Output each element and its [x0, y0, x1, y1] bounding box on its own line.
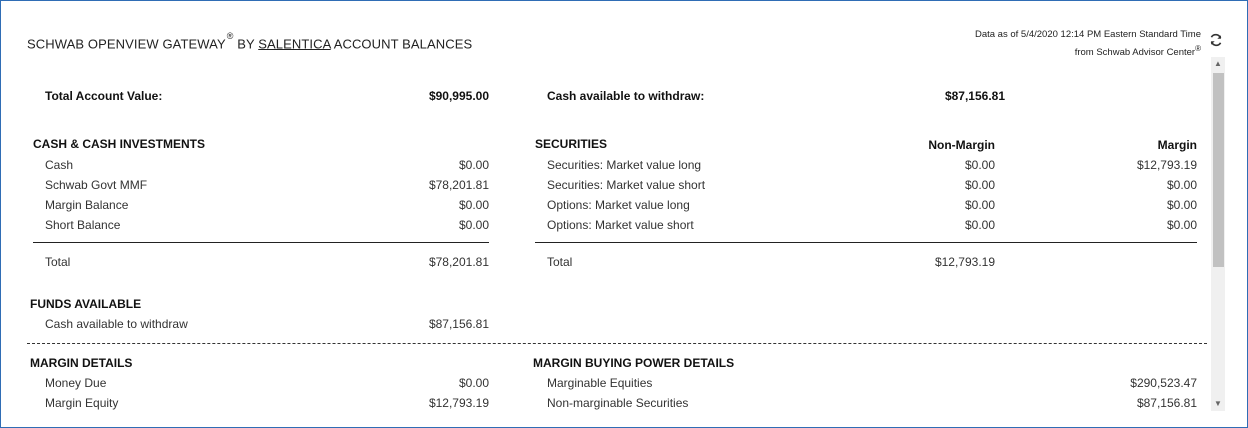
securities-row-label: Options: Market value long: [547, 198, 690, 212]
securities-row-margin: $12,793.19: [1136, 158, 1197, 172]
securities-total-value: $12,793.19: [934, 255, 995, 269]
securities-row-nonmargin: $0.00: [964, 178, 995, 192]
buying-power-row-value: $290,523.47: [1130, 376, 1197, 390]
as-of-registered-mark: ®: [1195, 44, 1201, 53]
buying-power-row-label: Non-marginable Securities: [547, 396, 689, 410]
section-divider: [27, 343, 1207, 344]
margin-row-value: $12,793.19: [428, 396, 489, 410]
cash-total-label: Total: [45, 255, 71, 269]
cash-total-divider: [33, 242, 489, 243]
margin-row-label: Money Due: [45, 376, 107, 390]
refresh-icon[interactable]: [1208, 32, 1224, 48]
cash-heading: CASH & CASH INVESTMENTS: [33, 137, 206, 151]
title-by: BY: [237, 36, 255, 52]
balances-window: SCHWAB OPENVIEW GATEWAY® BY SALENTICA AC…: [0, 0, 1248, 428]
securities-row-margin: $0.00: [1166, 218, 1197, 232]
funds-row-label: Cash available to withdraw: [45, 317, 188, 331]
cash-row-value: $0.00: [458, 198, 489, 212]
data-as-of: Data as of 5/4/2020 12:14 PM Eastern Sta…: [975, 28, 1201, 60]
securities-heading: SECURITIES: [535, 137, 608, 151]
total-account-value: $90,995.00: [428, 89, 489, 103]
registered-mark: ®: [226, 31, 234, 41]
margin-row-label: Margin Equity: [45, 396, 119, 410]
cash-available-value: $87,156.81: [944, 89, 1005, 103]
securities-row-nonmargin: $0.00: [964, 218, 995, 232]
securities-total-label: Total: [547, 255, 573, 269]
funds-row-value: $87,156.81: [428, 317, 489, 331]
cash-total-value: $78,201.81: [428, 255, 489, 269]
securities-total-divider: [535, 242, 1197, 243]
securities-row-margin: $0.00: [1166, 178, 1197, 192]
cash-row-label: Margin Balance: [45, 198, 129, 212]
title-suffix: ACCOUNT BALANCES: [333, 36, 473, 52]
securities-row-nonmargin: $0.00: [964, 198, 995, 212]
scroll-up-arrow-icon[interactable]: ▲: [1211, 57, 1225, 71]
margin-row-value: $0.00: [458, 376, 489, 390]
cash-row-label: Cash: [45, 158, 74, 172]
cash-row-value: $0.00: [458, 158, 489, 172]
salentica-link[interactable]: SALENTICA: [258, 36, 330, 51]
title-main: SCHWAB OPENVIEW GATEWAY: [27, 36, 226, 52]
cash-row-value: $0.00: [458, 218, 489, 232]
securities-row-margin: $0.00: [1166, 198, 1197, 212]
page-title: SCHWAB OPENVIEW GATEWAY® BY SALENTICA AC…: [27, 31, 473, 52]
securities-row-label: Securities: Market value long: [547, 158, 702, 172]
securities-row-label: Options: Market value short: [547, 218, 694, 232]
col-nonmargin-header: Non-Margin: [928, 138, 995, 152]
buying-power-heading: MARGIN BUYING POWER DETAILS: [533, 356, 735, 370]
cash-available-label: Cash available to withdraw:: [547, 89, 705, 103]
as-of-line1: Data as of 5/4/2020 12:14 PM Eastern Sta…: [974, 29, 1201, 40]
buying-power-row-label: Marginable Equities: [547, 376, 653, 390]
total-account-value-label: Total Account Value:: [45, 89, 163, 103]
scrollbar-thumb[interactable]: [1213, 73, 1224, 267]
col-margin-header: Margin: [1157, 138, 1197, 152]
cash-row-label: Schwab Govt MMF: [45, 178, 148, 192]
as-of-line2: from Schwab Advisor Center: [1074, 47, 1196, 59]
cash-row-value: $78,201.81: [428, 178, 489, 192]
securities-row-label: Securities: Market value short: [547, 178, 706, 192]
securities-row-nonmargin: $0.00: [964, 158, 995, 172]
funds-heading: FUNDS AVAILABLE: [30, 297, 142, 311]
scroll-down-arrow-icon[interactable]: ▼: [1211, 397, 1225, 411]
vertical-scrollbar[interactable]: ▲ ▼: [1211, 57, 1225, 411]
margin-heading: MARGIN DETAILS: [30, 356, 133, 370]
cash-row-label: Short Balance: [45, 218, 121, 232]
buying-power-row-value: $87,156.81: [1136, 396, 1197, 410]
